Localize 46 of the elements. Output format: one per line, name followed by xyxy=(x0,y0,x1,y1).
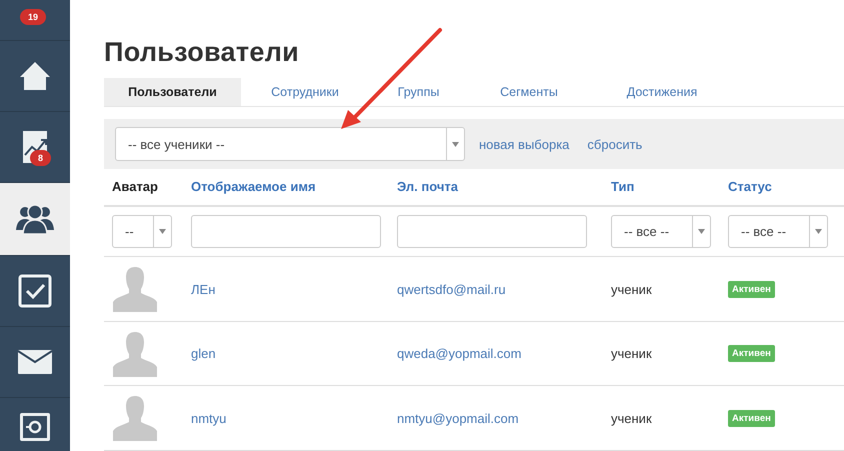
caret-icon xyxy=(159,229,166,234)
column-sort-link[interactable]: Статус xyxy=(728,179,772,194)
filter-link[interactable]: сбросить xyxy=(587,136,642,152)
user-type: ученик xyxy=(611,346,652,362)
count-badge: 19 xyxy=(20,9,46,25)
avatar-icon xyxy=(112,395,158,442)
email-link[interactable]: nmtyu@yopmail.com xyxy=(397,410,519,426)
user-name-link[interactable]: ЛЕн xyxy=(191,282,216,297)
users-icon xyxy=(16,204,54,234)
segment-select[interactable]: -- все ученики -- xyxy=(115,127,465,162)
filter-select[interactable]: -- xyxy=(112,215,172,248)
status-badge: Активен xyxy=(728,345,775,362)
avatar-icon xyxy=(112,330,158,377)
caret-icon xyxy=(815,229,822,234)
status-badge: Активен xyxy=(728,280,775,298)
caret-icon xyxy=(698,229,705,234)
filter-input[interactable] xyxy=(191,215,381,248)
tab[interactable]: Сегменты xyxy=(468,78,590,106)
user-type: ученик xyxy=(611,410,652,426)
user-name-link[interactable]: nmtyu xyxy=(191,410,226,426)
checkbox-icon xyxy=(18,274,52,308)
tab[interactable]: Группы xyxy=(369,78,468,106)
column-sort-link[interactable]: Тип xyxy=(611,179,634,194)
tab[interactable]: Пользователи xyxy=(104,78,241,106)
email-link[interactable]: qweda@yopmail.com xyxy=(397,346,522,362)
sidebar-item[interactable] xyxy=(0,183,70,256)
filter-select[interactable]: -- все -- xyxy=(611,215,711,248)
avatar-icon xyxy=(112,266,158,312)
filter-link[interactable]: новая выборка xyxy=(479,136,570,152)
safe-icon xyxy=(19,412,51,444)
column-sort-link[interactable]: Отображаемое имя xyxy=(191,179,316,194)
column-header: Аватар xyxy=(112,179,158,194)
home-icon xyxy=(18,60,52,92)
status-badge: Активен xyxy=(728,410,775,427)
user-name-link[interactable]: glen xyxy=(191,346,216,362)
mail-icon xyxy=(18,350,52,374)
filter-select[interactable]: -- все -- xyxy=(728,215,828,248)
email-link[interactable]: qwertsdfo@mail.ru xyxy=(397,282,506,297)
tab[interactable]: Достижения xyxy=(590,78,734,106)
user-type: ученик xyxy=(611,282,652,297)
column-sort-link[interactable]: Эл. почта xyxy=(397,179,458,194)
caret-icon xyxy=(452,142,459,147)
page-title: Пользователи xyxy=(104,36,300,69)
filter-input[interactable] xyxy=(397,215,587,248)
count-badge: 8 xyxy=(30,150,52,166)
tab[interactable]: Сотрудники xyxy=(241,78,369,106)
